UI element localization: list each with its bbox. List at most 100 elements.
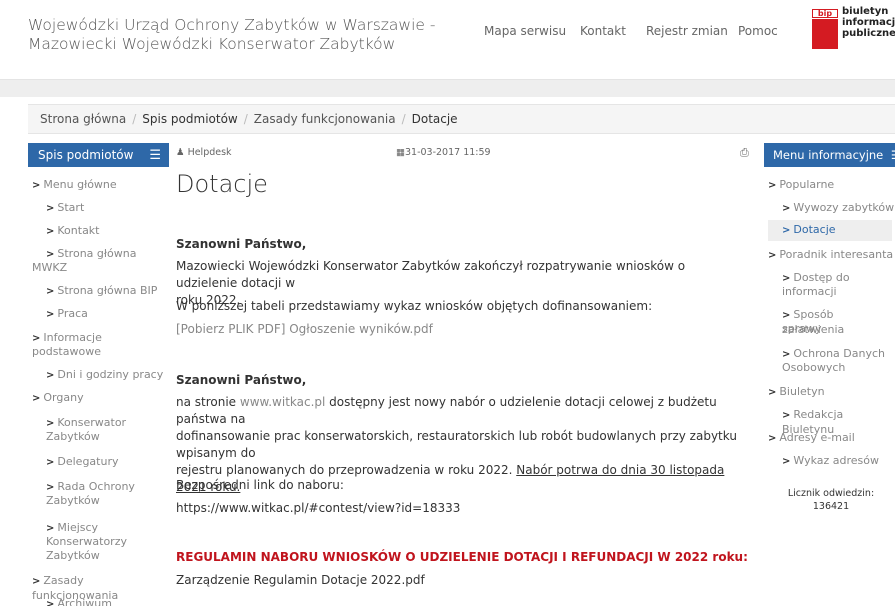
- sidebar-item-home-mwkz[interactable]: > Strona główna: [46, 247, 136, 262]
- chevron-right-icon: >: [32, 180, 41, 191]
- hamburger-icon[interactable]: ☰: [149, 148, 161, 163]
- left-sidebar-title: Spis podmiotów: [38, 148, 134, 162]
- hamburger-icon[interactable]: ☰: [891, 148, 895, 162]
- left-sidebar-header[interactable]: Spis podmiotów ☰: [28, 143, 169, 167]
- right-sidebar-header[interactable]: Menu informacyjne ☰: [764, 143, 895, 167]
- chevron-right-icon: >: [782, 203, 791, 214]
- breadcrumb-rules[interactable]: Zasady funkcjonowania: [254, 112, 396, 126]
- greeting-2: Szanowni Państwo,: [176, 373, 307, 387]
- site-title-line1: Wojewódzki Urząd Ochrony Zabytków w Wars…: [28, 16, 436, 34]
- sidebar-item-access[interactable]: > Dostęp do: [782, 271, 850, 286]
- regulamin-file-link[interactable]: Zarządzenie Regulamin Dotacje 2022.pdf: [176, 572, 748, 589]
- chevron-right-icon: >: [782, 349, 791, 360]
- sidebar-item-emails[interactable]: > Adresy e-mail: [768, 431, 855, 446]
- chevron-right-icon: >: [46, 370, 55, 381]
- chevron-right-icon: >: [32, 393, 41, 404]
- nav-sitemap[interactable]: Mapa serwisu: [484, 24, 566, 38]
- site-header: Wojewódzki Urząd Ochrony Zabytków w Wars…: [0, 0, 895, 80]
- article-author: ♟ Helpdesk: [176, 147, 232, 158]
- chevron-right-icon: >: [46, 249, 55, 260]
- sidebar-item-council-cont: Zabytków: [46, 494, 100, 507]
- direct-link-label: Bezpośredni link do naboru:: [176, 478, 344, 492]
- bip-logo[interactable]: bip biuletyn informacji publicznej: [802, 3, 895, 53]
- chevron-right-icon: >: [782, 310, 791, 321]
- page-title: Dotacje: [176, 170, 268, 198]
- print-icon[interactable]: ⎙: [740, 146, 749, 160]
- article-date: ▦31-03-2017 11:59: [396, 147, 491, 158]
- paragraph-2: W poniższej tabeli przedstawiamy wykaz w…: [176, 299, 653, 313]
- sidebar-item-city-conservators[interactable]: > Miejscy: [46, 521, 98, 536]
- chevron-right-icon: >: [46, 418, 55, 429]
- sidebar-item-city-conservators-cont1: Konserwatorzy: [46, 535, 127, 548]
- chevron-right-icon: >: [782, 410, 791, 421]
- bip-text: biuletyn informacji publicznej: [842, 6, 895, 39]
- chevron-right-icon: >: [32, 576, 41, 587]
- bip-mark: bip: [812, 9, 838, 18]
- bip-flag: [812, 19, 838, 49]
- sidebar-item-contact[interactable]: > Kontakt: [46, 224, 100, 239]
- sidebar-item-main-menu[interactable]: > Menu główne: [32, 178, 117, 193]
- sidebar-item-access-cont: informacji: [782, 285, 837, 298]
- right-sidebar-title: Menu informacyjne: [773, 148, 884, 162]
- sidebar-item-delegations[interactable]: > Delegatury: [46, 455, 119, 470]
- sidebar-item-grants-active[interactable]: > Dotacje: [768, 220, 892, 241]
- site-title[interactable]: Wojewódzki Urząd Ochrony Zabytków w Wars…: [28, 16, 448, 54]
- sidebar-item-archive[interactable]: > Archiwum: [46, 597, 112, 606]
- chevron-right-icon: >: [46, 523, 55, 534]
- nav-contact[interactable]: Kontakt: [580, 24, 626, 38]
- sidebar-item-start[interactable]: > Start: [46, 201, 84, 216]
- pdf-results-link[interactable]: [Pobierz PLIK PDF] Ogłoszenie wyników.pd…: [176, 321, 748, 338]
- breadcrumb-home[interactable]: Strona główna: [40, 112, 126, 126]
- sidebar-item-bulletin[interactable]: > Biuletyn: [768, 385, 825, 400]
- sidebar-item-organs[interactable]: > Organy: [32, 391, 84, 406]
- direct-link-url[interactable]: https://www.witkac.pl/#contest/view?id=1…: [176, 500, 748, 517]
- chevron-right-icon: >: [46, 599, 55, 606]
- chevron-right-icon: >: [768, 180, 777, 191]
- sidebar-item-council[interactable]: > Rada Ochrony: [46, 480, 135, 495]
- chevron-right-icon: >: [32, 333, 41, 344]
- sidebar-item-popular[interactable]: > Popularne: [768, 178, 834, 193]
- breadcrumb-current: Dotacje: [411, 112, 458, 126]
- chevron-right-icon: >: [46, 203, 55, 214]
- visit-counter: Licznik odwiedzin: 136421: [776, 487, 886, 513]
- chevron-right-icon: >: [782, 273, 791, 284]
- chevron-right-icon: >: [46, 226, 55, 237]
- sidebar-item-conservator-cont: Zabytków: [46, 430, 100, 443]
- sidebar-item-data-protection[interactable]: > Ochrona Danych: [782, 347, 885, 362]
- greeting-1: Szanowni Państwo,: [176, 237, 307, 251]
- chevron-right-icon: >: [46, 309, 55, 320]
- sidebar-item-city-conservators-cont2: Zabytków: [46, 549, 100, 562]
- user-icon: ♟: [176, 147, 185, 158]
- sidebar-item-jobs[interactable]: > Praca: [46, 307, 88, 322]
- chevron-right-icon: >: [46, 286, 55, 297]
- chevron-right-icon: >: [768, 387, 777, 398]
- breadcrumb-entities[interactable]: Spis podmiotów: [142, 112, 237, 126]
- sidebar-item-hours[interactable]: > Dni i godziny pracy: [46, 368, 163, 383]
- chevron-right-icon: >: [46, 482, 55, 493]
- regulamin-heading: REGULAMIN NABORU WNIOSKÓW O UDZIELENIE D…: [176, 550, 748, 564]
- chevron-right-icon: >: [782, 456, 791, 467]
- sidebar-item-address-list[interactable]: > Wykaz adresów: [782, 454, 879, 469]
- chevron-right-icon: >: [46, 457, 55, 468]
- chevron-right-icon: >: [768, 250, 777, 261]
- sidebar-item-home-bip[interactable]: > Strona główna BIP: [46, 284, 157, 299]
- sidebar-item-conservator[interactable]: > Konserwator: [46, 416, 126, 431]
- calendar-icon: ▦: [396, 147, 405, 158]
- visit-counter-label: Licznik odwiedzin:: [787, 488, 875, 499]
- sidebar-item-home-mwkz-cont: MWKZ: [32, 261, 68, 274]
- sidebar-item-exports[interactable]: > Wywozy zabytków: [782, 201, 894, 216]
- nav-help[interactable]: Pomoc: [738, 24, 778, 38]
- visit-counter-value: 136421: [812, 501, 850, 512]
- sidebar-item-data-protection-cont: Osobowych: [782, 361, 846, 374]
- sidebar-item-guide[interactable]: > Poradnik interesanta: [768, 248, 893, 263]
- site-title-line2: Mazowiecki Wojewódzki Konserwator Zabytk…: [28, 35, 396, 53]
- witkac-link[interactable]: www.witkac.pl: [240, 395, 325, 409]
- chevron-right-icon: >: [768, 433, 777, 444]
- chevron-right-icon: >: [782, 225, 791, 236]
- sidebar-item-basic-info[interactable]: > Informacje: [32, 331, 102, 346]
- sidebar-item-basic-info-cont: podstawowe: [32, 345, 101, 358]
- header-divider-bar: [0, 80, 895, 97]
- breadcrumb: Strona główna / Spis podmiotów / Zasady funk…: [28, 104, 895, 134]
- nav-changelog[interactable]: Rejestr zmian: [646, 24, 728, 38]
- sidebar-item-procedure-cont: sprawy: [782, 322, 822, 335]
